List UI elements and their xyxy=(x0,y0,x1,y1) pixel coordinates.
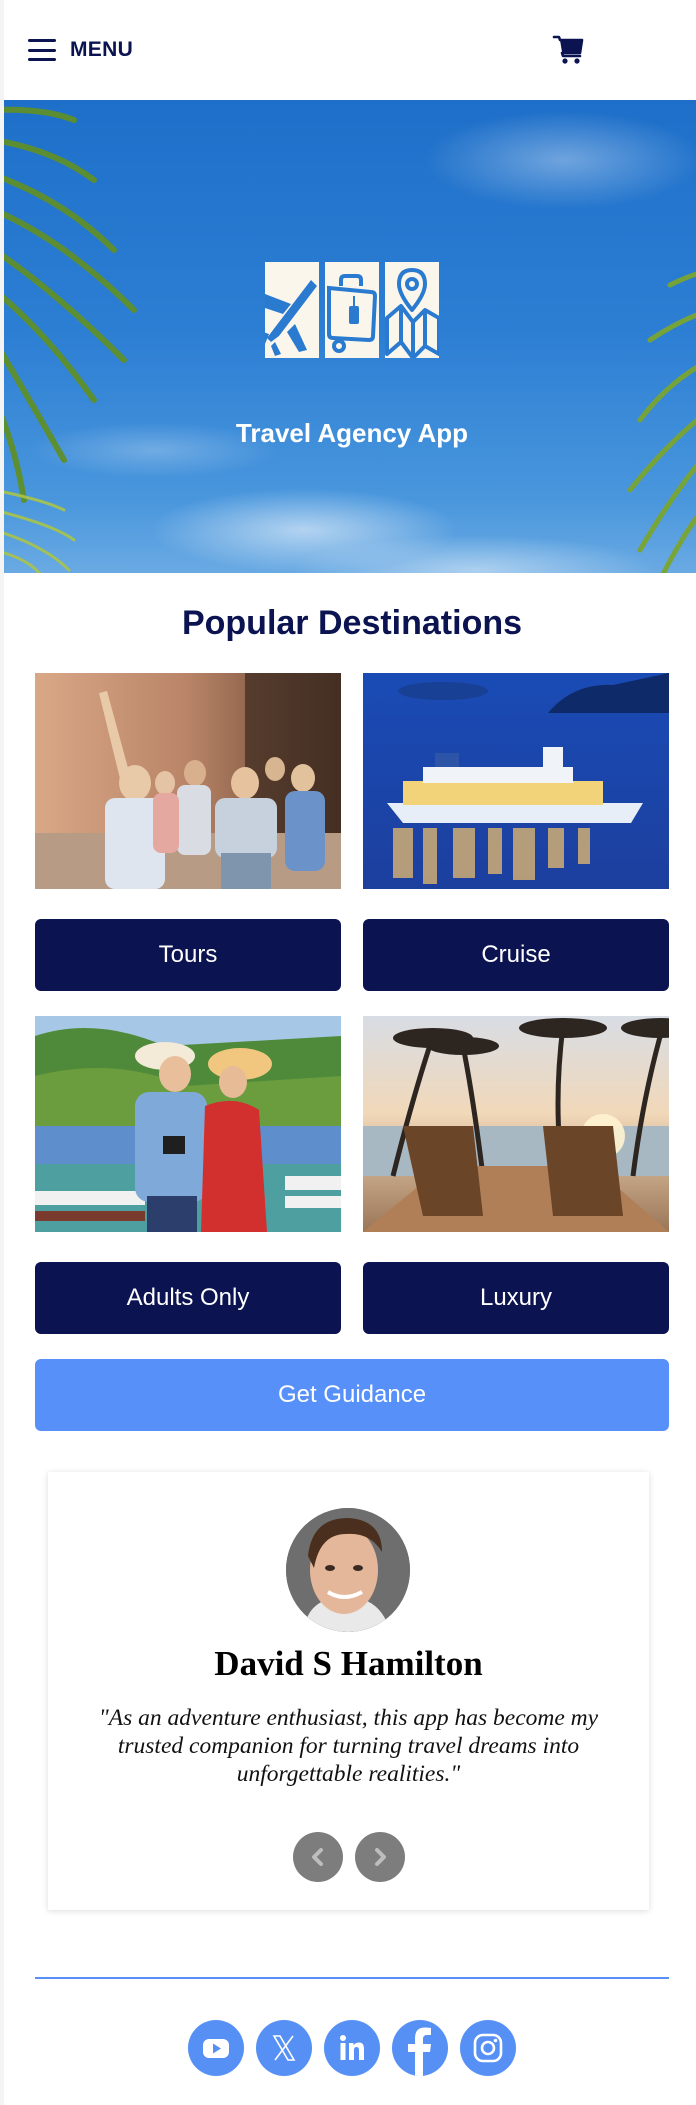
next-button[interactable] xyxy=(354,1832,405,1882)
logo-panel-airplane xyxy=(265,262,319,358)
tours-button[interactable]: Tours xyxy=(35,919,341,991)
tours-image[interactable] xyxy=(35,673,341,889)
testimonial-quote: "As an adventure enthusiast, this app ha… xyxy=(98,1705,599,1787)
section-title: Popular Destinations xyxy=(181,604,523,642)
chevron-right-icon xyxy=(374,1848,386,1866)
facebook-icon xyxy=(408,2027,431,2076)
map-pin-icon xyxy=(385,268,439,358)
luxury-button[interactable]: Luxury xyxy=(363,1262,669,1334)
carousel-controls xyxy=(48,1832,649,1882)
hamburger-icon xyxy=(28,39,56,61)
logo-panel-map xyxy=(385,262,439,358)
palm-leaves-right xyxy=(627,271,696,573)
menu-button[interactable]: MENU xyxy=(28,34,133,66)
testimonial-card: David S Hamilton "As an adventure enthus… xyxy=(48,1472,649,1910)
shopping-cart-icon xyxy=(552,35,584,64)
social-links xyxy=(4,2020,696,2076)
linkedin-link[interactable] xyxy=(324,2020,380,2076)
palm-leaves-left xyxy=(4,106,137,573)
instagram-icon xyxy=(473,2033,503,2063)
adults-only-button[interactable]: Adults Only xyxy=(35,1262,341,1334)
suitcase-icon xyxy=(327,274,378,353)
get-guidance-button[interactable]: Get Guidance xyxy=(35,1359,669,1431)
footer-divider xyxy=(35,1977,669,1979)
luxury-image[interactable] xyxy=(363,1016,669,1232)
x-twitter-link[interactable] xyxy=(256,2020,312,2076)
cruise-button[interactable]: Cruise xyxy=(363,919,669,991)
hero-title: Travel Agency App xyxy=(235,418,469,448)
hero-banner: Travel Agency App xyxy=(4,100,696,573)
testimonial-name: David S Hamilton xyxy=(214,1644,483,1683)
x-twitter-icon xyxy=(272,2035,296,2061)
airplane-icon xyxy=(265,280,317,356)
cruise-image[interactable] xyxy=(363,673,669,889)
page: MENU Travel Agency App Popular Destinati… xyxy=(0,0,696,2105)
linkedin-icon xyxy=(340,2035,364,2060)
youtube-link[interactable] xyxy=(188,2020,244,2076)
chevron-left-icon xyxy=(311,1848,323,1866)
logo-panel-suitcase xyxy=(325,262,379,358)
menu-label: MENU xyxy=(70,38,134,61)
avatar xyxy=(286,1508,410,1632)
app-logo xyxy=(265,262,439,358)
top-header: MENU xyxy=(4,0,696,100)
youtube-icon xyxy=(203,2039,229,2058)
instagram-link[interactable] xyxy=(460,2020,516,2076)
facebook-link[interactable] xyxy=(392,2020,448,2076)
cart-button[interactable] xyxy=(552,34,586,66)
previous-button[interactable] xyxy=(292,1832,343,1882)
adults-only-image[interactable] xyxy=(35,1016,341,1232)
